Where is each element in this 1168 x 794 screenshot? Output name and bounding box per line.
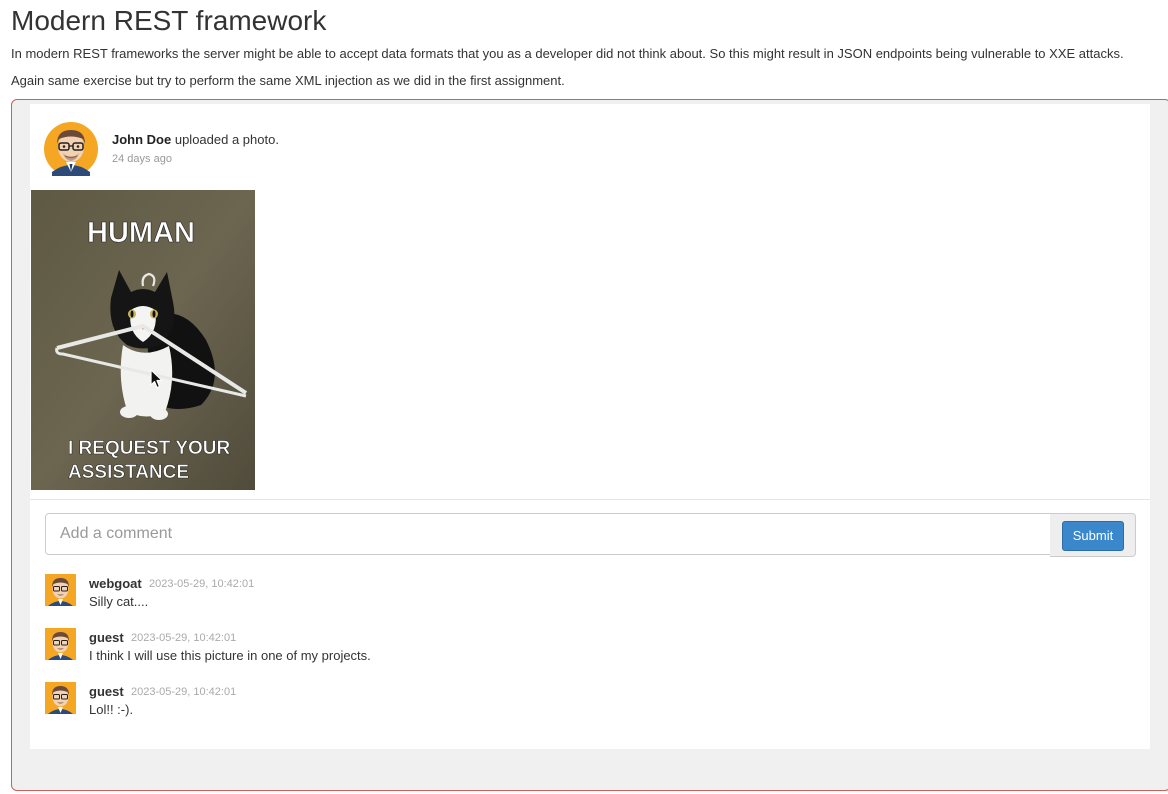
comment-avatar bbox=[45, 574, 76, 606]
comment-item: webgoat 2023-05-29, 10:42:01 Silly cat..… bbox=[45, 574, 1135, 614]
page-title: Modern REST framework bbox=[11, 5, 327, 36]
post-author-name[interactable]: John Doe bbox=[112, 132, 171, 147]
photo-caption-bottom-2: ASSISTANCE bbox=[68, 462, 189, 483]
author-avatar bbox=[44, 122, 98, 176]
post-divider bbox=[30, 499, 1150, 500]
post-author-line: John Doe uploaded a photo. bbox=[112, 132, 279, 148]
intro-paragraph: In modern REST frameworks the server mig… bbox=[11, 46, 1124, 61]
cat-photo: HUMAN I REQUEST YOUR ASSISTANCE bbox=[31, 190, 255, 490]
comment-text: Lol!! :-). bbox=[89, 702, 134, 717]
photo-caption-top: HUMAN bbox=[87, 217, 195, 249]
post-timestamp: 24 days ago bbox=[112, 153, 172, 165]
photo-post: John Doe uploaded a photo. 24 days ago H… bbox=[30, 104, 1150, 749]
mouse-pointer-icon bbox=[150, 369, 163, 389]
post-action: uploaded a photo. bbox=[171, 132, 279, 147]
comment-timestamp: 2023-05-29, 10:42:01 bbox=[131, 632, 237, 644]
comment-timestamp: 2023-05-29, 10:42:01 bbox=[131, 686, 237, 698]
comment-input-addon: Submit bbox=[1050, 513, 1136, 557]
comment-item: guest 2023-05-29, 10:42:01 I think I wil… bbox=[45, 628, 1135, 668]
assignment-instructions: Again same exercise but try to perform t… bbox=[11, 73, 565, 88]
comment-item: guest 2023-05-29, 10:42:01 Lol!! :-). bbox=[45, 682, 1135, 722]
comment-avatar bbox=[45, 682, 76, 714]
comment-input[interactable] bbox=[45, 513, 1051, 555]
comment-username[interactable]: webgoat bbox=[89, 576, 142, 592]
comment-text: Silly cat.... bbox=[89, 594, 149, 609]
photo-caption-bottom-1: I REQUEST YOUR bbox=[68, 438, 231, 459]
comment-avatar bbox=[45, 628, 76, 660]
comment-username[interactable]: guest bbox=[89, 630, 124, 646]
comment-text: I think I will use this picture in one o… bbox=[89, 648, 371, 663]
comment-timestamp: 2023-05-29, 10:42:01 bbox=[149, 578, 255, 590]
submit-comment-button[interactable]: Submit bbox=[1062, 521, 1124, 551]
comment-username[interactable]: guest bbox=[89, 684, 124, 700]
